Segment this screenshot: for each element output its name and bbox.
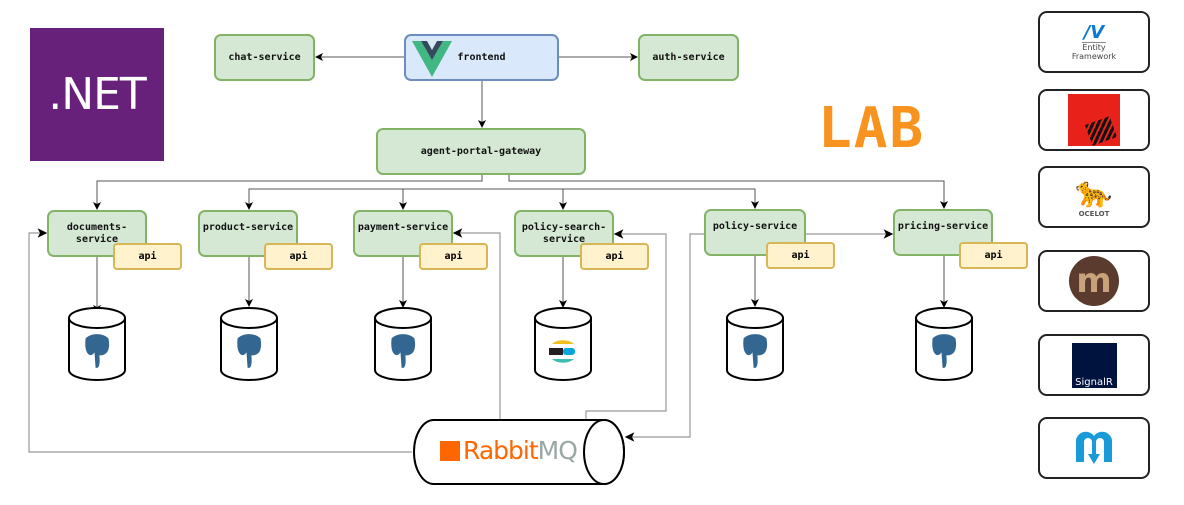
vue-icon bbox=[412, 41, 452, 77]
database-cylinder bbox=[68, 307, 126, 381]
database-cylinder bbox=[915, 307, 973, 381]
gateway-node: agent-portal-gateway bbox=[376, 128, 586, 175]
auth-service-node: auth-service bbox=[638, 34, 739, 81]
dotnet-logo: .NET bbox=[30, 28, 164, 161]
edge-gateway-policy-search bbox=[482, 188, 567, 210]
ocelot-logo: 🐆 OCELOT bbox=[1038, 166, 1150, 228]
api-badge: api bbox=[959, 242, 1028, 269]
serilog-logo bbox=[1038, 89, 1150, 151]
marten-icon: m bbox=[1069, 256, 1119, 306]
signalr-icon: SignalR bbox=[1071, 342, 1117, 388]
edge-gateway-product bbox=[245, 188, 482, 210]
ocelot-cat-icon: 🐆 bbox=[1075, 175, 1113, 210]
architecture-diagram: .NET LAB chat-service frontend auth-serv… bbox=[0, 0, 1184, 505]
mediatr-icon bbox=[1076, 431, 1112, 464]
rabbitmq-logo: RabbitMQ bbox=[440, 436, 578, 465]
marten-logo: m bbox=[1038, 250, 1150, 312]
frontend-node: frontend bbox=[404, 34, 559, 81]
database-cylinder bbox=[220, 307, 278, 381]
database-cylinder bbox=[534, 307, 592, 381]
edge-gateway-policy bbox=[563, 188, 759, 209]
serilog-icon bbox=[1068, 94, 1120, 146]
rabbit-icon bbox=[440, 441, 460, 461]
elasticsearch-icon bbox=[549, 340, 575, 363]
database-cylinder bbox=[374, 307, 432, 381]
edge-gateway-pricing bbox=[508, 175, 948, 209]
mediatr-logo bbox=[1038, 417, 1150, 479]
edge-gateway-documents bbox=[93, 175, 483, 210]
api-badge: api bbox=[113, 243, 182, 270]
api-badge: api bbox=[419, 243, 488, 270]
ef-icon: /V bbox=[1083, 21, 1105, 43]
database-cylinder bbox=[726, 307, 784, 381]
signalr-logo: SignalR bbox=[1038, 334, 1150, 396]
chat-service-node: chat-service bbox=[214, 34, 315, 81]
frontend-label: frontend bbox=[457, 51, 506, 63]
api-badge: api bbox=[580, 243, 649, 270]
api-badge: api bbox=[264, 243, 333, 270]
lab-logo: LAB bbox=[818, 96, 926, 161]
entity-framework-logo: /V Entity Framework bbox=[1038, 11, 1150, 73]
api-badge: api bbox=[766, 242, 835, 269]
